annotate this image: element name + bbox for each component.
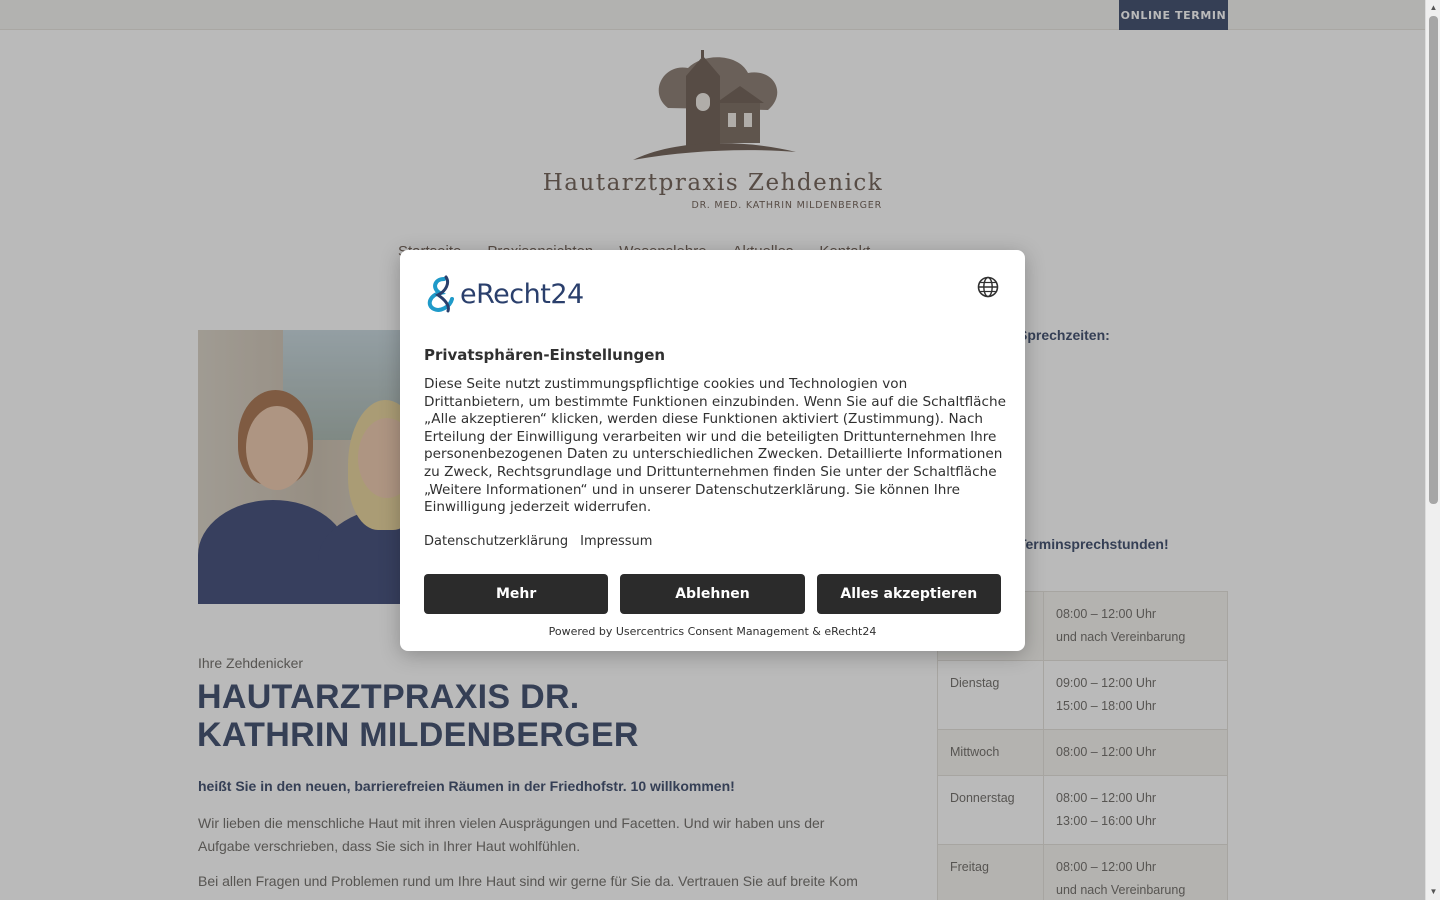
decline-button[interactable]: Ablehnen (620, 574, 805, 614)
erecht24-brand: eRecht24 (424, 274, 584, 314)
privacy-policy-link[interactable]: Datenschutzerklärung (424, 534, 568, 549)
powered-by-text: Powered by Usercentrics Consent Manageme… (548, 625, 877, 638)
dialog-body-text: Diese Seite nutzt zustimmungspflichtige … (424, 376, 1006, 516)
globe-icon[interactable] (977, 276, 999, 298)
more-button[interactable]: Mehr (424, 574, 609, 614)
dialog-title: Privatsphären-Einstellungen (424, 346, 666, 364)
accept-all-button[interactable]: Alles akzeptieren (816, 574, 1001, 614)
imprint-link[interactable]: Impressum (580, 534, 652, 549)
brand-name: eRecht24 (460, 278, 584, 310)
dialog-links: Datenschutzerklärung Impressum (424, 534, 652, 549)
erecht24-logo-icon (427, 275, 454, 313)
consent-dialog: eRecht24 Privatsphären-Einstellungen Die… (400, 250, 1025, 651)
page-scrollbar[interactable]: ▲ ▼ (1425, 0, 1440, 900)
scrollbar-thumb[interactable] (1429, 16, 1438, 504)
scroll-up-arrow-icon[interactable]: ▲ (1426, 2, 1440, 14)
scroll-down-arrow-icon[interactable]: ▼ (1426, 886, 1440, 898)
dialog-button-row: Mehr Ablehnen Alles akzeptieren (424, 574, 1001, 614)
